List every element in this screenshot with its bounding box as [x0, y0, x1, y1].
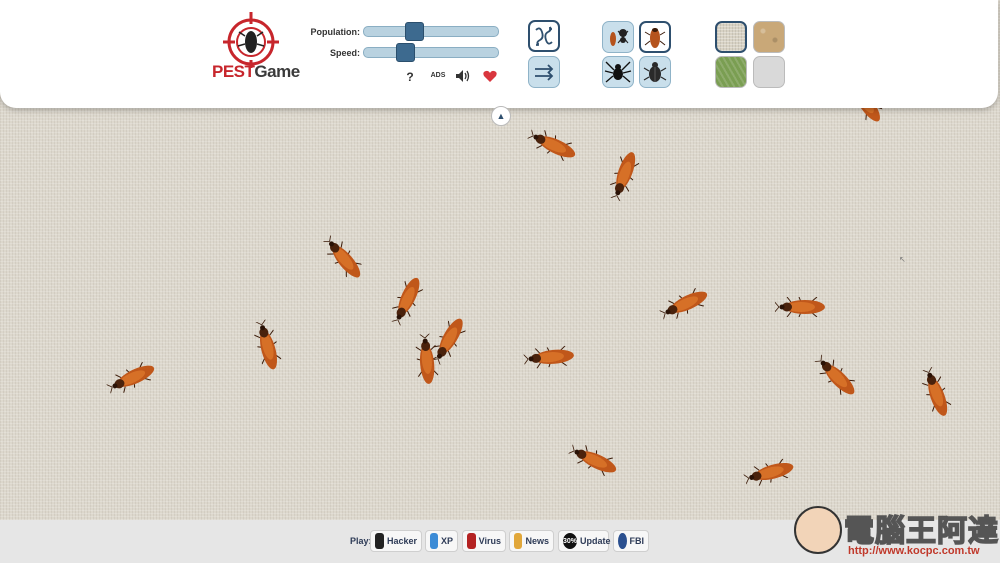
logo-text-pest: PEST	[212, 62, 255, 81]
pest-cockroach-button[interactable]	[639, 21, 671, 53]
xp-icon	[430, 533, 438, 549]
logo-text-game: Game	[254, 62, 300, 81]
random-move-button[interactable]	[528, 20, 560, 52]
watermark-url: http://www.kocpc.com.tw	[848, 545, 980, 557]
play-link-fbi[interactable]: FBI	[613, 530, 649, 552]
watermark-title: 電腦王阿達	[843, 514, 999, 549]
mixed-pests-icon	[610, 29, 629, 46]
play-label: Play:	[350, 536, 372, 546]
spider-icon	[604, 61, 632, 83]
pest-beetle-button[interactable]	[639, 56, 671, 88]
hacker-icon	[375, 533, 384, 549]
background-sand-swatch[interactable]	[753, 21, 785, 53]
play-link-label: FBI	[629, 536, 645, 546]
control-panel: PESTGame Population: Speed: ? ADS	[0, 0, 998, 108]
play-link-label: Hacker	[386, 536, 417, 546]
mascot-face-icon	[794, 506, 842, 554]
background-grass-swatch[interactable]	[715, 56, 747, 88]
speed-slider-thumb[interactable]	[395, 43, 415, 62]
ads-button[interactable]: ADS	[427, 72, 449, 79]
mouse-cursor-icon: ↖	[899, 255, 906, 264]
population-slider[interactable]	[363, 22, 499, 41]
virus-icon	[467, 533, 476, 549]
cockroach[interactable]	[775, 297, 831, 317]
play-link-virus[interactable]: Virus	[462, 530, 506, 552]
play-link-label: News	[525, 536, 549, 546]
background-plain-swatch[interactable]	[753, 56, 785, 88]
play-link-label: XP	[440, 536, 453, 546]
play-link-hacker[interactable]: Hacker	[370, 530, 422, 552]
background-linen-swatch[interactable]	[715, 21, 747, 53]
beetle-icon	[643, 62, 667, 82]
play-link-xp[interactable]: XP	[425, 530, 458, 552]
heart-icon[interactable]	[483, 70, 497, 83]
help-button[interactable]: ?	[401, 70, 419, 84]
play-link-update[interactable]: 30% Update	[558, 530, 611, 552]
play-link-news[interactable]: News	[509, 530, 554, 552]
speed-label: Speed:	[329, 48, 360, 58]
fbi-icon	[618, 533, 627, 549]
play-link-label: Update	[580, 536, 611, 546]
random-move-icon	[535, 26, 553, 46]
cockroach-icon	[644, 28, 666, 48]
speed-slider[interactable]	[363, 43, 499, 62]
collapse-panel-button[interactable]: ▲	[491, 106, 511, 126]
news-icon	[514, 533, 523, 549]
speaker-icon[interactable]	[455, 69, 470, 83]
straight-move-button[interactable]	[528, 56, 560, 88]
update-icon: 30%	[563, 533, 578, 549]
pest-mixed-button[interactable]	[602, 21, 634, 53]
straight-move-icon	[535, 64, 554, 81]
population-label: Population:	[310, 27, 361, 37]
watermark: 電腦王阿達 http://www.kocpc.com.tw	[790, 500, 1000, 563]
play-link-label: Virus	[478, 536, 501, 546]
pest-spider-button[interactable]	[602, 56, 634, 88]
population-slider-thumb[interactable]	[404, 22, 424, 41]
logo-text: PESTGame	[212, 62, 300, 82]
